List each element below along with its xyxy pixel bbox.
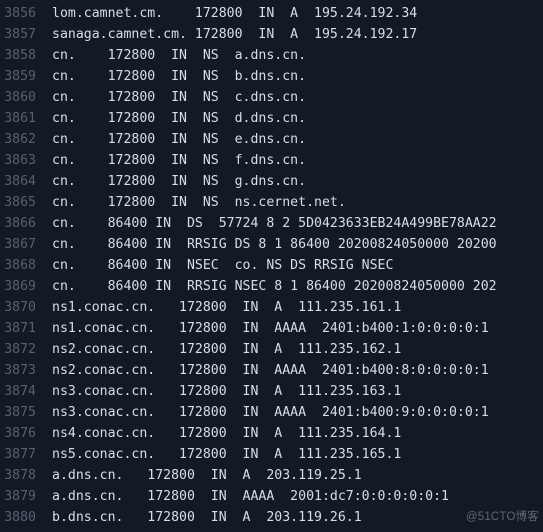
code-editor[interactable]: 3856lom.camnet.cm. 172800 IN A 195.24.19… [0, 0, 543, 528]
line-content: a.dns.cn. 172800 IN AAAA 2001:dc7:0:0:0:… [52, 486, 449, 507]
line-content: cn. 86400 IN RRSIG DS 8 1 86400 20200824… [52, 234, 497, 255]
line-number: 3870 [0, 297, 52, 318]
code-line[interactable]: 3860cn. 172800 IN NS c.dns.cn. [0, 87, 543, 108]
line-content: cn. 172800 IN NS g.dns.cn. [52, 171, 306, 192]
line-number: 3872 [0, 339, 52, 360]
line-number: 3874 [0, 381, 52, 402]
line-number: 3879 [0, 486, 52, 507]
code-line[interactable]: 3865cn. 172800 IN NS ns.cernet.net. [0, 192, 543, 213]
code-line[interactable]: 3877ns5.conac.cn. 172800 IN A 111.235.16… [0, 444, 543, 465]
line-number: 3867 [0, 234, 52, 255]
code-line[interactable]: 3869cn. 86400 IN RRSIG NSEC 8 1 86400 20… [0, 276, 543, 297]
code-line[interactable]: 3867cn. 86400 IN RRSIG DS 8 1 86400 2020… [0, 234, 543, 255]
line-number: 3862 [0, 129, 52, 150]
line-content: cn. 172800 IN NS e.dns.cn. [52, 129, 306, 150]
code-line[interactable]: 3878a.dns.cn. 172800 IN A 203.119.25.1 [0, 465, 543, 486]
watermark-label: @51CTO博客 [466, 507, 539, 528]
line-content: ns2.conac.cn. 172800 IN AAAA 2401:b400:8… [52, 360, 489, 381]
line-content: cn. 86400 IN RRSIG NSEC 8 1 86400 202008… [52, 276, 497, 297]
line-number: 3857 [0, 24, 52, 45]
line-content: ns3.conac.cn. 172800 IN A 111.235.163.1 [52, 381, 401, 402]
code-line[interactable]: 3873ns2.conac.cn. 172800 IN AAAA 2401:b4… [0, 360, 543, 381]
line-number: 3869 [0, 276, 52, 297]
code-line[interactable]: 3872ns2.conac.cn. 172800 IN A 111.235.16… [0, 339, 543, 360]
line-content: cn. 172800 IN NS b.dns.cn. [52, 66, 306, 87]
code-line[interactable]: 3874ns3.conac.cn. 172800 IN A 111.235.16… [0, 381, 543, 402]
line-content: cn. 172800 IN NS f.dns.cn. [52, 150, 306, 171]
code-line[interactable]: 3866cn. 86400 IN DS 57724 8 2 5D0423633E… [0, 213, 543, 234]
code-line[interactable]: 3875ns3.conac.cn. 172800 IN AAAA 2401:b4… [0, 402, 543, 423]
line-content: ns3.conac.cn. 172800 IN AAAA 2401:b400:9… [52, 402, 489, 423]
code-line[interactable]: 3859cn. 172800 IN NS b.dns.cn. [0, 66, 543, 87]
line-number: 3864 [0, 171, 52, 192]
line-number: 3880 [0, 507, 52, 528]
code-line[interactable]: 3863cn. 172800 IN NS f.dns.cn. [0, 150, 543, 171]
line-content: ns1.conac.cn. 172800 IN AAAA 2401:b400:1… [52, 318, 489, 339]
line-content: a.dns.cn. 172800 IN A 203.119.25.1 [52, 465, 362, 486]
line-number: 3860 [0, 87, 52, 108]
code-line[interactable]: 3870ns1.conac.cn. 172800 IN A 111.235.16… [0, 297, 543, 318]
line-content: cn. 86400 IN DS 57724 8 2 5D0423633EB24A… [52, 213, 497, 234]
line-content: sanaga.camnet.cm. 172800 IN A 195.24.192… [52, 24, 417, 45]
code-line[interactable]: 3879a.dns.cn. 172800 IN AAAA 2001:dc7:0:… [0, 486, 543, 507]
line-number: 3856 [0, 3, 52, 24]
line-content: cn. 172800 IN NS ns.cernet.net. [52, 192, 346, 213]
code-line[interactable]: 3857sanaga.camnet.cm. 172800 IN A 195.24… [0, 24, 543, 45]
line-number: 3859 [0, 66, 52, 87]
line-number: 3876 [0, 423, 52, 444]
line-content: b.dns.cn. 172800 IN A 203.119.26.1 [52, 507, 362, 528]
line-number: 3865 [0, 192, 52, 213]
line-content: ns2.conac.cn. 172800 IN A 111.235.162.1 [52, 339, 401, 360]
line-number: 3871 [0, 318, 52, 339]
code-line[interactable]: 3880b.dns.cn. 172800 IN A 203.119.26.1 [0, 507, 543, 528]
line-content: cn. 86400 IN NSEC co. NS DS RRSIG NSEC [52, 255, 393, 276]
code-line[interactable]: 3862cn. 172800 IN NS e.dns.cn. [0, 129, 543, 150]
code-line[interactable]: 3856lom.camnet.cm. 172800 IN A 195.24.19… [0, 3, 543, 24]
line-content: ns1.conac.cn. 172800 IN A 111.235.161.1 [52, 297, 401, 318]
code-line[interactable]: 3864cn. 172800 IN NS g.dns.cn. [0, 171, 543, 192]
line-content: ns4.conac.cn. 172800 IN A 111.235.164.1 [52, 423, 401, 444]
line-number: 3861 [0, 108, 52, 129]
line-content: cn. 172800 IN NS a.dns.cn. [52, 45, 306, 66]
line-number: 3866 [0, 213, 52, 234]
line-content: lom.camnet.cm. 172800 IN A 195.24.192.34 [52, 3, 417, 24]
line-content: cn. 172800 IN NS d.dns.cn. [52, 108, 306, 129]
line-content: ns5.conac.cn. 172800 IN A 111.235.165.1 [52, 444, 401, 465]
line-number: 3877 [0, 444, 52, 465]
code-line[interactable]: 3858cn. 172800 IN NS a.dns.cn. [0, 45, 543, 66]
code-line[interactable]: 3861cn. 172800 IN NS d.dns.cn. [0, 108, 543, 129]
line-number: 3878 [0, 465, 52, 486]
code-line[interactable]: 3876ns4.conac.cn. 172800 IN A 111.235.16… [0, 423, 543, 444]
line-number: 3875 [0, 402, 52, 423]
line-number: 3858 [0, 45, 52, 66]
line-number: 3873 [0, 360, 52, 381]
line-number: 3863 [0, 150, 52, 171]
line-content: cn. 172800 IN NS c.dns.cn. [52, 87, 306, 108]
code-line[interactable]: 3871ns1.conac.cn. 172800 IN AAAA 2401:b4… [0, 318, 543, 339]
line-number: 3868 [0, 255, 52, 276]
code-line[interactable]: 3868cn. 86400 IN NSEC co. NS DS RRSIG NS… [0, 255, 543, 276]
